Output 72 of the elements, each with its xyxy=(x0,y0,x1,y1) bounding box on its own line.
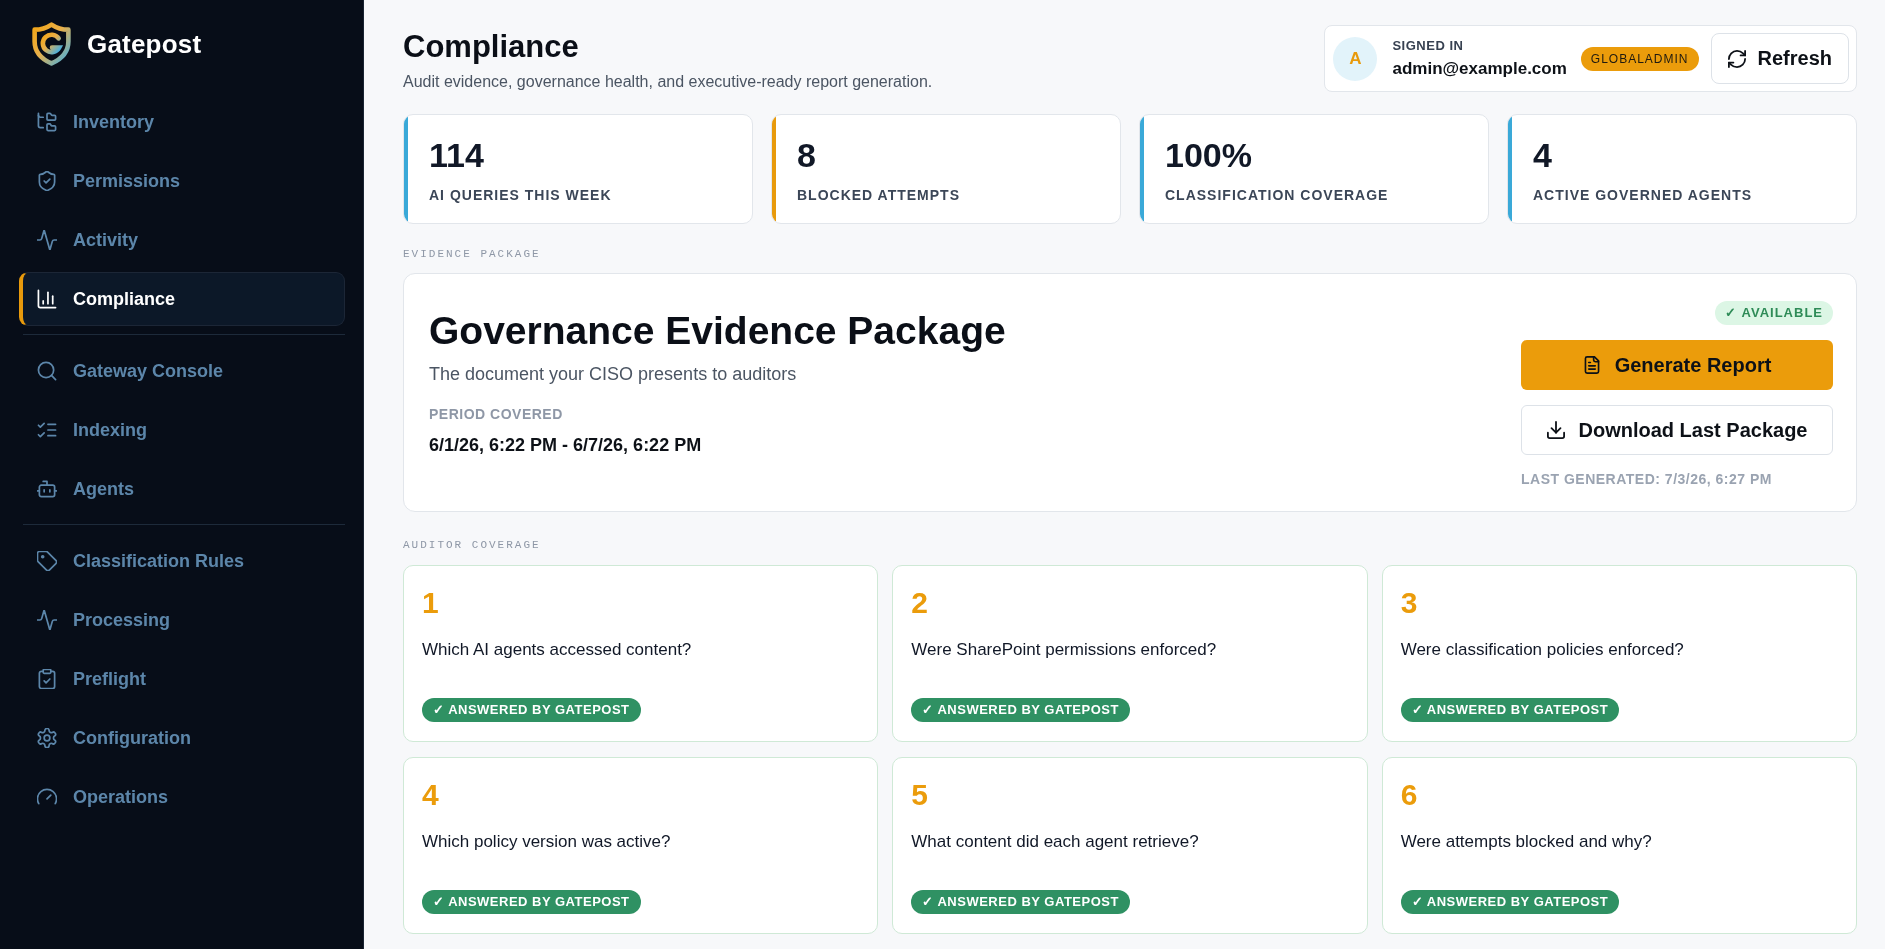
stat-label: BLOCKED ATTEMPTS xyxy=(797,186,960,204)
stat-label: AI QUERIES THIS WEEK xyxy=(429,186,612,204)
period-value: 6/1/26, 6:22 PM - 6/7/26, 6:22 PM xyxy=(429,434,702,457)
status-badge: ✓ AVAILABLE xyxy=(1715,301,1833,325)
shield-logo-icon xyxy=(30,22,73,66)
package-subtitle: The document your CISO presents to auditors xyxy=(429,363,797,386)
nav-item[interactable]: Activity xyxy=(19,213,345,267)
question-number: 6 xyxy=(1400,777,1418,813)
nav-item[interactable]: Operations xyxy=(19,770,345,824)
answered-badge: ✓ ANSWERED BY GATEPOST xyxy=(422,698,641,722)
search-icon xyxy=(37,361,57,381)
stat-value: 100% xyxy=(1165,135,1253,175)
last-generated-text: LAST GENERATED: 7/3/26, 6:27 PM xyxy=(1521,470,1772,488)
nav-item[interactable]: Compliance xyxy=(19,272,345,326)
question-number: 3 xyxy=(1400,585,1418,621)
refresh-button[interactable]: Refresh xyxy=(1710,33,1849,84)
page-title: Compliance xyxy=(403,29,580,65)
question-number: 2 xyxy=(911,585,928,621)
question-text: Were SharePoint permissions enforced? xyxy=(911,639,1217,661)
stat-value: 8 xyxy=(797,135,817,175)
question-number: 4 xyxy=(422,777,439,813)
checklist-icon xyxy=(37,420,57,440)
answered-badge: ✓ ANSWERED BY GATEPOST xyxy=(1400,890,1620,914)
question-text: Were classification policies enforced? xyxy=(1400,639,1684,661)
question-text: What content did each agent retrieve? xyxy=(911,831,1199,853)
answered-badge: ✓ ANSWERED BY GATEPOST xyxy=(1400,698,1620,722)
bar-chart-icon xyxy=(37,289,57,309)
stat-label: CLASSIFICATION COVERAGE xyxy=(1165,186,1389,204)
answered-badge: ✓ ANSWERED BY GATEPOST xyxy=(422,890,641,914)
download-icon xyxy=(1546,421,1565,439)
refresh-icon xyxy=(1727,49,1746,68)
folder-tree-icon xyxy=(37,112,57,132)
stat-value: 4 xyxy=(1533,135,1553,175)
nav-item[interactable]: Inventory xyxy=(19,95,345,149)
question-text: Which policy version was active? xyxy=(422,831,671,853)
answered-badge: ✓ ANSWERED BY GATEPOST xyxy=(911,698,1130,722)
user-avatar: A xyxy=(1333,36,1378,81)
question-text: Which AI agents accessed content? xyxy=(422,639,692,661)
nav-item[interactable]: Gateway Console xyxy=(19,344,345,398)
download-button[interactable]: Download Last Package xyxy=(1521,405,1833,455)
nav-item[interactable]: Configuration xyxy=(19,711,345,765)
nav-item[interactable]: Classification Rules xyxy=(19,534,345,588)
question-number: 5 xyxy=(911,777,928,813)
pulse-icon xyxy=(37,610,57,630)
pulse-icon xyxy=(37,230,57,250)
clipboard-check-icon xyxy=(37,669,57,689)
section-label: EVIDENCE PACKAGE xyxy=(403,248,542,261)
nav-item[interactable]: Indexing xyxy=(19,403,345,457)
nav-item[interactable]: Agents xyxy=(19,462,345,516)
tag-icon xyxy=(37,551,57,571)
robot-icon xyxy=(37,479,57,499)
stat-label: ACTIVE GOVERNED AGENTS xyxy=(1533,186,1753,204)
gauge-icon xyxy=(37,787,57,807)
brand-name: Gatepost xyxy=(87,28,202,60)
answered-badge: ✓ ANSWERED BY GATEPOST xyxy=(911,890,1130,914)
package-title: Governance Evidence Package xyxy=(429,308,1006,354)
section-label: AUDITOR COVERAGE xyxy=(403,539,542,552)
role-badge: GLOBALADMIN xyxy=(1580,46,1699,71)
question-text: Were attempts blocked and why? xyxy=(1400,831,1652,853)
user-email: admin@example.com xyxy=(1392,59,1567,79)
question-number: 1 xyxy=(422,585,439,621)
period-label: PERIOD COVERED xyxy=(429,405,563,423)
nav-item[interactable]: Preflight xyxy=(19,652,345,706)
generate-report-button[interactable]: Generate Report xyxy=(1521,340,1833,390)
shield-check-icon xyxy=(37,171,57,191)
stat-value: 114 xyxy=(429,135,485,175)
settings-icon xyxy=(37,728,57,748)
document-icon xyxy=(1582,356,1601,374)
signed-in-label: SIGNED IN xyxy=(1392,38,1465,54)
nav-item[interactable]: Processing xyxy=(19,593,345,647)
page-subtitle: Audit evidence, governance health, and executive-ready report generation. xyxy=(403,72,933,92)
nav-item[interactable]: Permissions xyxy=(19,154,345,208)
